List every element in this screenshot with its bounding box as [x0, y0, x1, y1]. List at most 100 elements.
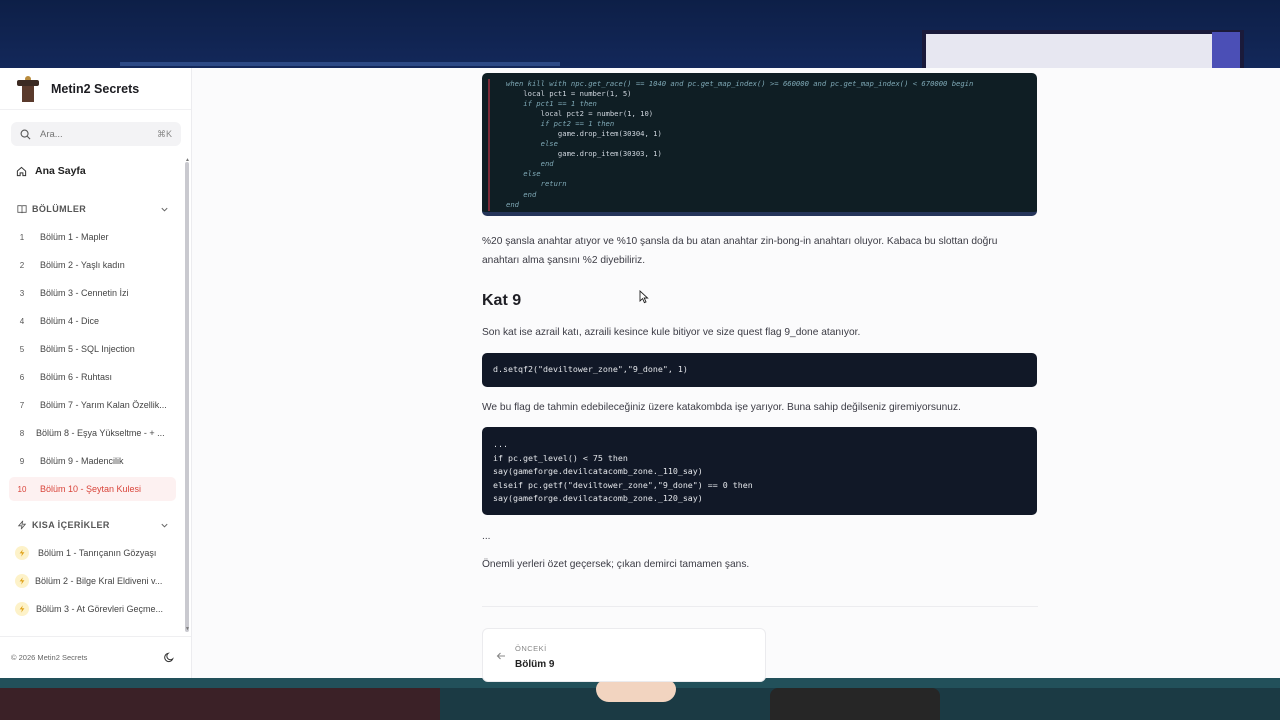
code-block-3: ... if pc.get_level() < 75 then say(game…	[482, 427, 1037, 515]
sidebar-item-label: Bölüm 1 - Tanrıçanın Gözyaşı	[38, 548, 157, 558]
chapter-number: 1	[19, 232, 25, 242]
nav-home-label: Ana Sayfa	[35, 165, 86, 177]
lightning-icon	[17, 520, 27, 530]
previous-title: Bölüm 9	[515, 659, 555, 670]
sidebar-item-chapter-10[interactable]: 10 Bölüm 10 - Şeytan Kulesi	[9, 477, 176, 501]
sidebar-item-short-2[interactable]: Bölüm 2 - Bilge Kral Eldiveni v...	[9, 569, 176, 593]
code-line: end	[506, 199, 519, 209]
sidebar-item-chapter-1[interactable]: 1 Bölüm 1 - Mapler	[9, 225, 176, 249]
lightning-icon	[15, 574, 29, 588]
book-icon	[17, 205, 27, 214]
sidebar-item-label: Bölüm 8 - Eşya Yükseltme - + ...	[36, 428, 165, 438]
code-line: game.drop_item(30304, 1)	[506, 129, 662, 139]
copyright-text: © 2026 Metin2 Secrets	[11, 653, 88, 662]
mouse-cursor-icon	[639, 290, 649, 304]
chapter-number: 6	[19, 372, 25, 382]
sidebar-item-short-3[interactable]: Bölüm 3 - At Görevleri Geçme...	[9, 597, 176, 621]
code-gutter	[488, 79, 490, 211]
brand[interactable]: Metin2 Secrets	[0, 68, 191, 110]
chapter-number: 7	[19, 400, 25, 410]
sidebar-item-label: Bölüm 10 - Şeytan Kulesi	[40, 484, 142, 494]
paragraph-3: We bu flag de tahmin edebileceğiniz üzer…	[482, 402, 961, 413]
paragraph-4: Önemli yerleri özet geçersek; çıkan demi…	[482, 559, 750, 570]
sidebar-item-label: Bölüm 3 - At Görevleri Geçme...	[36, 604, 164, 614]
nav-home[interactable]: Ana Sayfa	[16, 165, 86, 177]
previous-page-link[interactable]: ÖNCEKİ Bölüm 9	[482, 628, 766, 682]
code-line: when kill with npc.get_race() == 1040 an…	[506, 79, 974, 88]
chapter-number: 5	[19, 344, 25, 354]
sidebar-item-label: Bölüm 9 - Madencilik	[40, 456, 124, 466]
section-short-title: KISA İÇERİKLER	[32, 520, 110, 530]
search-input[interactable]	[40, 128, 140, 140]
code-line: local pct1 = number(1, 5)	[506, 89, 632, 99]
section-heading: Kat 9	[482, 292, 522, 309]
search-shortcut: ⌘K	[156, 128, 172, 139]
code-line: say(gameforge.devilcatacomb_zone._120_sa…	[493, 493, 703, 503]
chapter-number: 9	[19, 456, 25, 466]
chapter-number: 2	[19, 260, 25, 270]
sidebar-item-label: Bölüm 6 - Ruhtası	[40, 372, 113, 382]
sidebar-item-chapter-2[interactable]: 2 Bölüm 2 - Yaşlı kadın	[9, 253, 176, 277]
ellipsis-text: ...	[482, 531, 491, 542]
home-icon	[16, 166, 27, 176]
sidebar-item-chapter-6[interactable]: 6 Bölüm 6 - Ruhtası	[9, 365, 176, 389]
previous-caption: ÖNCEKİ	[515, 644, 547, 653]
paragraph-2: Son kat ise azrail katı, azraili kesince…	[482, 327, 861, 338]
code-line: if pct1 == 1 then	[506, 99, 597, 109]
sidebar-item-label: Bölüm 2 - Bilge Kral Eldiveni v...	[35, 576, 163, 586]
scroll-down-arrow[interactable]: ▼	[185, 626, 190, 632]
background-pixel-box-edge	[1212, 32, 1240, 68]
sidebar-item-chapter-3[interactable]: 3 Bölüm 3 - Cennetin İzi	[9, 281, 176, 305]
section-chapters-header[interactable]: BÖLÜMLER	[17, 204, 169, 214]
sidebar-item-chapter-7[interactable]: 7 Bölüm 7 - Yarım Kalan Özellik...	[9, 393, 176, 417]
chevron-down-icon	[161, 523, 168, 528]
lightning-icon	[15, 602, 29, 616]
section-chapters-title: BÖLÜMLER	[32, 204, 87, 214]
code-line: else	[506, 139, 558, 149]
section-short-header[interactable]: KISA İÇERİKLER	[17, 520, 169, 530]
sidebar-item-label: Bölüm 1 - Mapler	[40, 232, 109, 242]
sidebar-scrollbar[interactable]	[185, 162, 189, 632]
code-line: game.drop_item(30303, 1)	[506, 149, 662, 159]
sidebar-item-chapter-9[interactable]: 9 Bölüm 9 - Madencilik	[9, 449, 176, 473]
search-icon	[20, 129, 31, 139]
chapter-number: 10	[17, 484, 27, 494]
brand-title: Metin2 Secrets	[51, 81, 140, 96]
code-line: end	[506, 189, 537, 199]
sidebar-item-label: Bölüm 7 - Yarım Kalan Özellik...	[40, 400, 167, 410]
sidebar: Metin2 Secrets ⌘K Ana Sayfa BÖLÜMLER 1 Bö…	[0, 68, 192, 678]
code-line: ...	[493, 439, 508, 449]
code-line: else	[506, 169, 541, 179]
divider	[482, 606, 1038, 607]
background-stripe	[120, 62, 560, 66]
moon-icon[interactable]	[164, 652, 175, 663]
sidebar-item-label: Bölüm 2 - Yaşlı kadın	[40, 260, 125, 270]
code-line: end	[506, 159, 554, 169]
sidebar-footer: © 2026 Metin2 Secrets	[0, 636, 191, 678]
brand-logo-icon	[17, 75, 39, 102]
sidebar-item-short-1[interactable]: Bölüm 1 - Tanrıçanın Gözyaşı	[9, 541, 176, 565]
code-line: elseif pc.getf("deviltower_zone","9_done…	[493, 479, 753, 490]
code-line: return	[506, 179, 567, 189]
sidebar-item-chapter-5[interactable]: 5 Bölüm 5 - SQL Injection	[9, 337, 176, 361]
background-gamepad	[770, 688, 940, 720]
background-pixel-box	[922, 30, 1244, 70]
code-line: local pct2 = number(1, 10)	[506, 109, 654, 119]
paragraph-1: %20 şansla anahtar atıyor ve %10 şansla …	[482, 236, 998, 266]
app-window: Metin2 Secrets ⌘K Ana Sayfa BÖLÜMLER 1 Bö…	[0, 68, 1280, 682]
chapter-number: 8	[19, 428, 25, 438]
sidebar-item-label: Bölüm 5 - SQL Injection	[40, 344, 135, 354]
code-block-3-text: ... if pc.get_level() < 75 then say(game…	[493, 438, 753, 506]
sidebar-item-label: Bölüm 4 - Dice	[40, 316, 100, 326]
code-block-2-text: d.setqf2("deviltower_zone","9_done", 1)	[493, 364, 688, 374]
code-block-1: when kill with npc.get_race() == 1040 an…	[482, 73, 1037, 216]
chevron-down-icon	[161, 207, 168, 212]
sidebar-item-chapter-8[interactable]: 8 Bölüm 8 - Eşya Yükseltme - + ...	[9, 421, 176, 445]
article-content: when kill with npc.get_race() == 1040 an…	[192, 68, 1280, 682]
search-box[interactable]: ⌘K	[11, 122, 181, 146]
code-line: if pc.get_level() < 75 then	[493, 452, 628, 463]
code-block-1-text: when kill with npc.get_race() == 1040 an…	[506, 79, 973, 210]
chapter-number: 3	[19, 288, 25, 298]
sidebar-item-chapter-4[interactable]: 4 Bölüm 4 - Dice	[9, 309, 176, 333]
code-line: say(gameforge.devilcatacomb_zone._110_sa…	[493, 466, 703, 476]
